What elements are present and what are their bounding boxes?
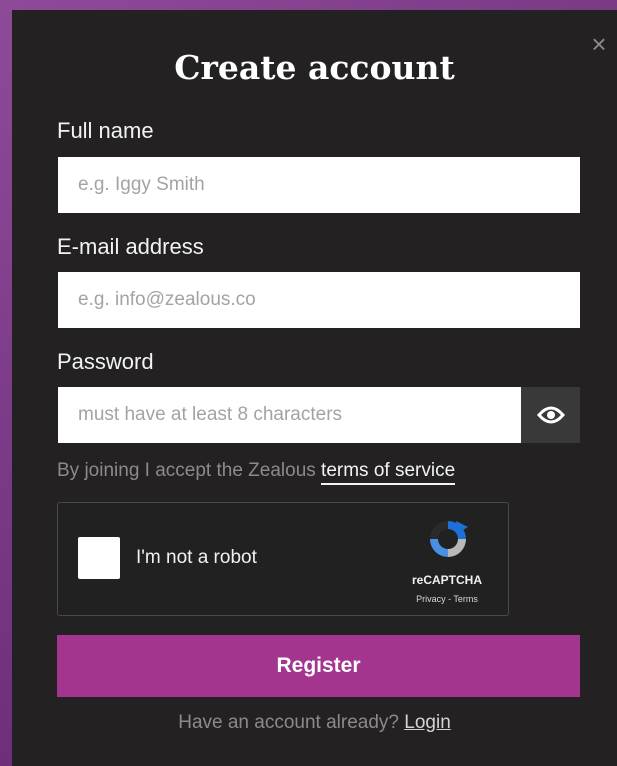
recaptcha-brand: reCAPTCHA: [411, 573, 482, 587]
full-name-label: Full name: [57, 118, 154, 143]
password-label: Password: [57, 349, 154, 374]
dialog-title: Create account: [174, 48, 455, 87]
terms-of-service-link[interactable]: terms of service: [321, 460, 456, 485]
eye-icon: [536, 406, 565, 424]
login-link[interactable]: Login: [404, 712, 451, 733]
email-label: E-mail address: [57, 234, 204, 259]
recaptcha-logo-icon: [430, 521, 468, 557]
create-account-dialog: × Create account Full name E-mail addres…: [12, 10, 617, 766]
recaptcha-checkbox[interactable]: [78, 537, 120, 579]
email-input[interactable]: [58, 272, 580, 328]
login-prompt: Have an account already? Login: [12, 712, 617, 734]
recaptcha-privacy-terms[interactable]: Privacy - Terms: [393, 594, 501, 604]
background-edge: [0, 0, 12, 766]
password-input[interactable]: [58, 387, 521, 443]
recaptcha-label: I'm not a robot: [136, 547, 257, 568]
background-edge-top: [0, 0, 617, 10]
recaptcha-widget: I'm not a robot reCAPTCHA Privacy - Term…: [57, 502, 509, 616]
full-name-input[interactable]: [58, 157, 580, 213]
register-button[interactable]: Register: [57, 635, 580, 697]
terms-text: By joining I accept the Zealous terms of…: [57, 460, 456, 485]
show-password-button[interactable]: [521, 387, 580, 443]
login-prompt-text: Have an account already?: [178, 712, 399, 733]
terms-prefix: By joining I accept the Zealous: [57, 460, 316, 481]
